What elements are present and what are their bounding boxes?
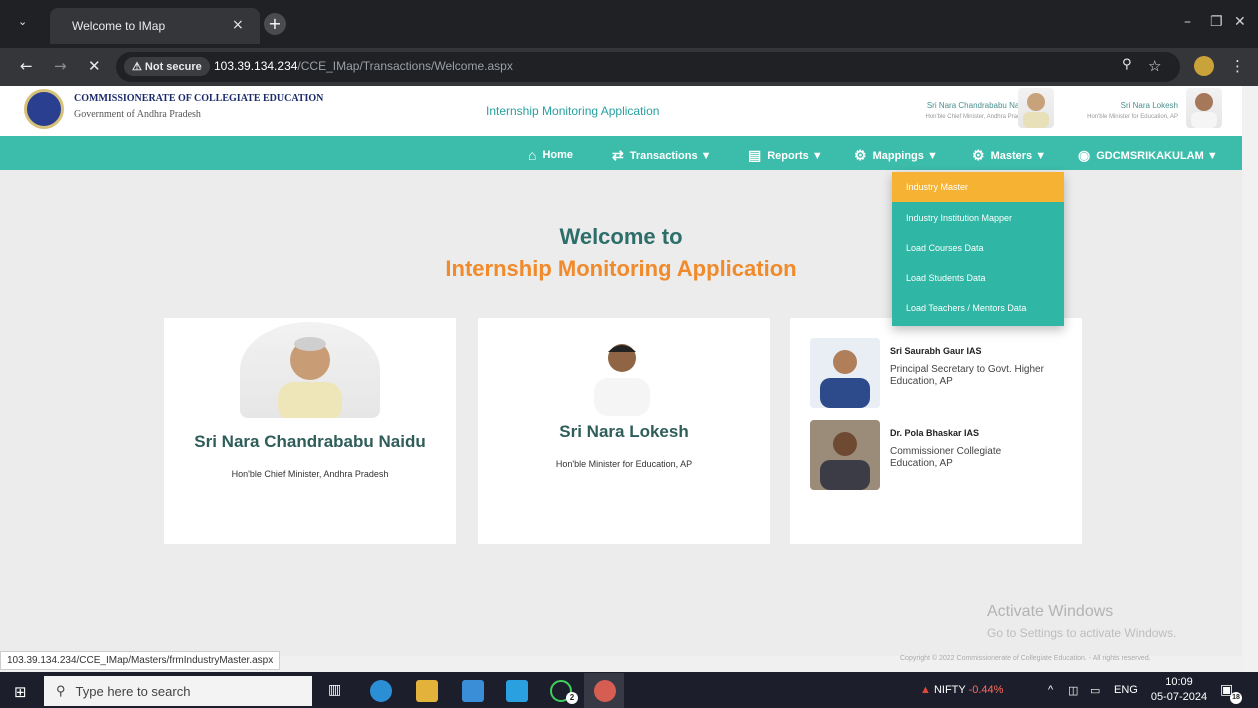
network-icon[interactable]: ◫: [1068, 684, 1078, 697]
page-scrollbar[interactable]: [1242, 86, 1258, 672]
bookmark-star-icon[interactable]: ☆: [1148, 57, 1161, 75]
official-2-photo: [810, 420, 880, 490]
app-title: Internship Monitoring Application: [486, 104, 660, 118]
profile-avatar[interactable]: [1194, 56, 1214, 76]
browser-tab[interactable]: Welcome to IMap: [50, 8, 260, 44]
menu-load-students[interactable]: Load Students Data: [892, 263, 1064, 293]
stop-loading-icon[interactable]: ✕: [88, 57, 101, 75]
nav-masters[interactable]: ⚙ Masters ▼: [972, 147, 1046, 164]
url-host: 103.39.134.234: [214, 59, 298, 73]
nav-user[interactable]: ◉ GDCMSRIKAKULAM ▼: [1078, 147, 1218, 164]
nav-reports[interactable]: ▤ Reports ▼: [748, 147, 823, 164]
store-icon[interactable]: [462, 680, 484, 702]
reports-icon: ▤: [748, 147, 762, 163]
nav-mappings[interactable]: ⚙ Mappings ▼: [854, 147, 938, 164]
footer-copyright: Copyright © 2022 Commissionerate of Coll…: [900, 655, 1151, 662]
header-cm-role: Hon'ble Chief Minister, Andhra Pradesh: [925, 114, 1030, 120]
tab-close-icon[interactable]: ×: [232, 17, 244, 33]
nifty-change: -0.44%: [968, 684, 1004, 696]
nav-mappings-label: Mappings ▼: [872, 149, 938, 162]
file-explorer-icon[interactable]: [416, 680, 438, 702]
minimize-icon[interactable]: –: [1184, 14, 1191, 30]
menu-industry-institution-mapper[interactable]: Industry Institution Mapper: [892, 203, 1064, 233]
browser-menu-icon[interactable]: ⋮: [1230, 57, 1245, 75]
tab-title: Welcome to IMap: [72, 19, 166, 33]
forward-icon[interactable]: →: [54, 57, 67, 75]
activate-windows-subtitle: Go to Settings to activate Windows.: [987, 626, 1177, 640]
menu-load-courses[interactable]: Load Courses Data: [892, 233, 1064, 263]
activate-windows-title: Activate Windows: [987, 603, 1114, 620]
nifty-label: NIFTY: [933, 684, 966, 696]
cm-photo: [240, 322, 380, 418]
header-minister-name: Sri Nara Lokesh: [1120, 101, 1178, 110]
tray-chevron-icon[interactable]: ^: [1048, 684, 1053, 696]
menu-industry-master[interactable]: Industry Master: [892, 172, 1064, 202]
mappings-gear-icon: ⚙: [854, 147, 867, 163]
battery-icon[interactable]: ▭: [1090, 684, 1100, 697]
header-cm: Sri Nara Chandrababu Naidu Hon'ble Chief…: [868, 101, 1030, 122]
org-subtitle: Government of Andhra Pradesh: [74, 109, 201, 120]
security-indicator[interactable]: ⚠ Not secure: [124, 57, 210, 76]
notification-count: 18: [1230, 692, 1242, 704]
url-text[interactable]: 103.39.134.234/CCE_IMap/Transactions/Wel…: [214, 59, 513, 73]
official-2-name: Dr. Pola Bhaskar IAS: [890, 428, 980, 438]
chrome-active-highlight: [584, 673, 624, 708]
minister-photo: [584, 336, 660, 416]
back-icon[interactable]: ←: [20, 57, 33, 75]
nav-masters-label: Masters ▼: [990, 149, 1047, 162]
nav-transactions[interactable]: ⇄ Transactions ▼: [612, 147, 712, 164]
official-1-photo: [810, 338, 880, 408]
search-icon: ⚲: [56, 683, 66, 698]
clock-date: 05-07-2024: [1150, 691, 1208, 703]
org-name: COMMISSIONERATE OF COLLEGIATE EDUCATION: [74, 93, 324, 104]
nav-home-label: Home: [542, 149, 574, 161]
cm-card-role: Hon'ble Chief Minister, Andhra Pradesh: [231, 469, 389, 479]
header-minister: Sri Nara Lokesh Hon'ble Minister for Edu…: [1022, 101, 1178, 122]
taskbar-search[interactable]: ⚲ Type here to search: [44, 676, 312, 706]
mail-icon[interactable]: [506, 680, 528, 702]
clock-time: 10:09: [1165, 676, 1193, 688]
header-cm-name: Sri Nara Chandrababu Naidu: [926, 101, 1030, 110]
clock[interactable]: 10:09 05-07-2024: [1148, 675, 1210, 705]
menu-load-teachers[interactable]: Load Teachers / Mentors Data: [892, 293, 1064, 323]
nifty-icon: ▲: [920, 684, 931, 696]
transactions-icon: ⇄: [612, 147, 624, 163]
window-close-icon[interactable]: ✕: [1234, 14, 1246, 30]
header-minister-role: Hon'ble Minister for Education, AP: [1087, 114, 1178, 120]
link-status-bar: 103.39.134.234/CCE_IMap/Masters/frmIndus…: [0, 651, 281, 670]
home-icon: ⌂: [528, 147, 537, 163]
user-icon: ◉: [1078, 147, 1091, 163]
cm-card-name: Sri Nara Chandrababu Naidu: [194, 432, 426, 451]
minister-card-name: Sri Nara Lokesh: [559, 422, 689, 441]
taskbar-search-placeholder: Type here to search: [75, 683, 191, 699]
language-indicator[interactable]: ENG: [1114, 684, 1138, 696]
whatsapp-badge: 2: [566, 692, 578, 704]
new-tab-button[interactable]: +: [264, 13, 286, 35]
header-minister-photo: [1186, 88, 1222, 128]
task-view-icon[interactable]: ▥: [328, 682, 350, 704]
nav-transactions-label: Transactions ▼: [629, 149, 712, 162]
restore-icon[interactable]: ❐: [1210, 14, 1223, 30]
mappings-dropdown: Industry Master Industry Institution Map…: [892, 172, 1064, 326]
official-2-role: Commissioner Collegiate Education, AP: [890, 446, 1002, 469]
official-1-role: Principal Secretary to Govt. Higher Educ…: [890, 364, 1044, 387]
nav-user-label: GDCMSRIKAKULAM ▼: [1096, 149, 1218, 162]
nifty-widget[interactable]: ▲ NIFTY -0.44%: [920, 684, 1003, 696]
nav-home[interactable]: ⌂ Home: [528, 147, 573, 163]
windows-start-icon[interactable]: ⊞: [14, 683, 27, 701]
nav-reports-label: Reports ▼: [767, 149, 823, 162]
url-path: /CCE_IMap/Transactions/Welcome.aspx: [297, 59, 513, 73]
minister-card-role: Hon'ble Minister for Education, AP: [555, 459, 693, 469]
tab-list-chevron-icon[interactable]: ⌄: [18, 15, 27, 28]
official-1-name: Sri Saurabh Gaur IAS: [890, 346, 982, 356]
cce-logo: [24, 89, 64, 129]
zoom-icon[interactable]: ⚲: [1122, 57, 1132, 72]
edge-icon[interactable]: [370, 680, 392, 702]
masters-gear-icon: ⚙: [972, 147, 985, 163]
